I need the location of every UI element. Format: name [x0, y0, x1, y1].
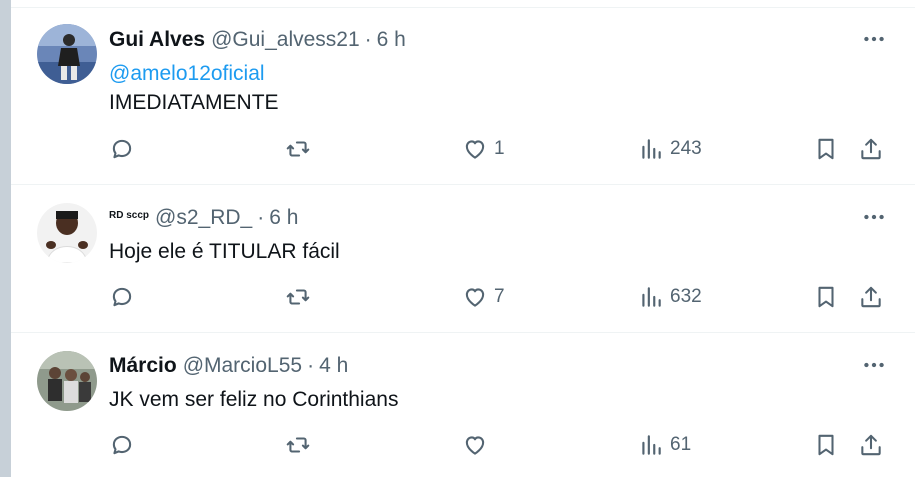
avatar[interactable] — [37, 351, 97, 411]
timestamp[interactable]: 4 h — [319, 354, 348, 378]
like-count: 1 — [494, 138, 505, 159]
tweet[interactable]: Gui Alves @Gui_alvess21 · 6 h @amelo12of… — [11, 8, 915, 185]
tweet-body: JK vem ser feliz no Corinthians — [109, 388, 399, 411]
display-name[interactable]: RD sccp — [109, 210, 149, 221]
user-handle[interactable]: @s2_RD_ — [155, 206, 252, 230]
retweet-icon — [286, 141, 310, 157]
reply-button[interactable] — [109, 432, 135, 458]
retweet-button[interactable] — [285, 432, 311, 458]
display-name[interactable]: Gui Alves — [109, 28, 205, 52]
like-count: 7 — [494, 286, 505, 307]
like-icon — [465, 288, 485, 307]
tweet[interactable]: Márcio @MarcioL55 · 4 h JK vem ser feliz… — [11, 333, 915, 479]
separator-dot: · — [307, 354, 315, 377]
share-button[interactable] — [858, 284, 884, 310]
user-handle[interactable]: @Gui_alvess21 — [211, 28, 360, 52]
avatar[interactable] — [37, 203, 97, 263]
separator-dot: · — [364, 28, 372, 51]
like-button[interactable]: 1 — [462, 136, 505, 162]
share-icon — [861, 138, 881, 160]
view-count: 632 — [670, 286, 702, 307]
action-bar: 61 — [109, 432, 889, 462]
views-button[interactable]: 632 — [638, 284, 702, 310]
like-button[interactable]: 7 — [462, 284, 505, 310]
timestamp[interactable]: 6 h — [377, 28, 406, 52]
reply-button[interactable] — [109, 136, 135, 162]
bookmark-icon — [818, 286, 834, 308]
tweet-header: Gui Alves @Gui_alvess21 · 6 h — [109, 28, 406, 52]
user-handle[interactable]: @MarcioL55 — [183, 354, 302, 378]
share-button[interactable] — [858, 136, 884, 162]
more-icon[interactable] — [861, 204, 887, 230]
retweet-icon — [286, 289, 310, 305]
view-count: 61 — [670, 434, 692, 455]
tweet-header: RD sccp @s2_RD_ · 6 h — [109, 206, 298, 230]
retweet-icon — [286, 437, 310, 453]
bookmark-button[interactable] — [813, 284, 839, 310]
retweet-button[interactable] — [285, 136, 311, 162]
reply-feed: Gui Alves @Gui_alvess21 · 6 h @amelo12of… — [11, 8, 915, 479]
tweet[interactable]: RD sccp @s2_RD_ · 6 h Hoje ele é TITULAR… — [11, 185, 915, 333]
like-icon — [465, 436, 485, 455]
views-button[interactable]: 243 — [638, 136, 702, 162]
retweet-button[interactable] — [285, 284, 311, 310]
views-icon — [642, 287, 661, 307]
action-bar: 1 243 — [109, 136, 889, 166]
reply-icon — [112, 287, 132, 307]
view-count: 243 — [670, 138, 702, 159]
bookmark-button[interactable] — [813, 136, 839, 162]
separator-dot: · — [257, 206, 265, 229]
tweet-text: JK vem ser feliz no Corinthians — [109, 385, 398, 414]
bookmark-button[interactable] — [813, 432, 839, 458]
share-icon — [861, 286, 881, 308]
share-icon — [861, 434, 881, 456]
more-icon[interactable] — [861, 26, 887, 52]
share-button[interactable] — [858, 432, 884, 458]
reply-button[interactable] — [109, 284, 135, 310]
mention-link[interactable]: @amelo12oficial — [109, 59, 279, 88]
views-icon — [642, 435, 661, 455]
like-icon — [465, 140, 485, 159]
bookmark-icon — [818, 138, 834, 160]
avatar[interactable] — [37, 24, 97, 84]
tweet-text: Hoje ele é TITULAR fácil — [109, 237, 340, 266]
tweet-header: Márcio @MarcioL55 · 4 h — [109, 354, 348, 378]
tweet-body: IMEDIATAMENTE — [109, 91, 279, 114]
bookmark-icon — [818, 434, 834, 456]
reply-icon — [112, 139, 132, 159]
reply-icon — [112, 435, 132, 455]
action-bar: 7 632 — [109, 284, 889, 314]
display-name[interactable]: Márcio — [109, 354, 177, 378]
left-scroll-edge — [0, 0, 11, 477]
views-icon — [642, 139, 661, 159]
timestamp[interactable]: 6 h — [269, 206, 298, 230]
like-button[interactable] — [462, 432, 494, 458]
tweet-text: @amelo12oficial IMEDIATAMENTE — [109, 59, 279, 117]
views-button[interactable]: 61 — [638, 432, 691, 458]
tweet-body: Hoje ele é TITULAR fácil — [109, 240, 340, 263]
more-icon[interactable] — [861, 352, 887, 378]
